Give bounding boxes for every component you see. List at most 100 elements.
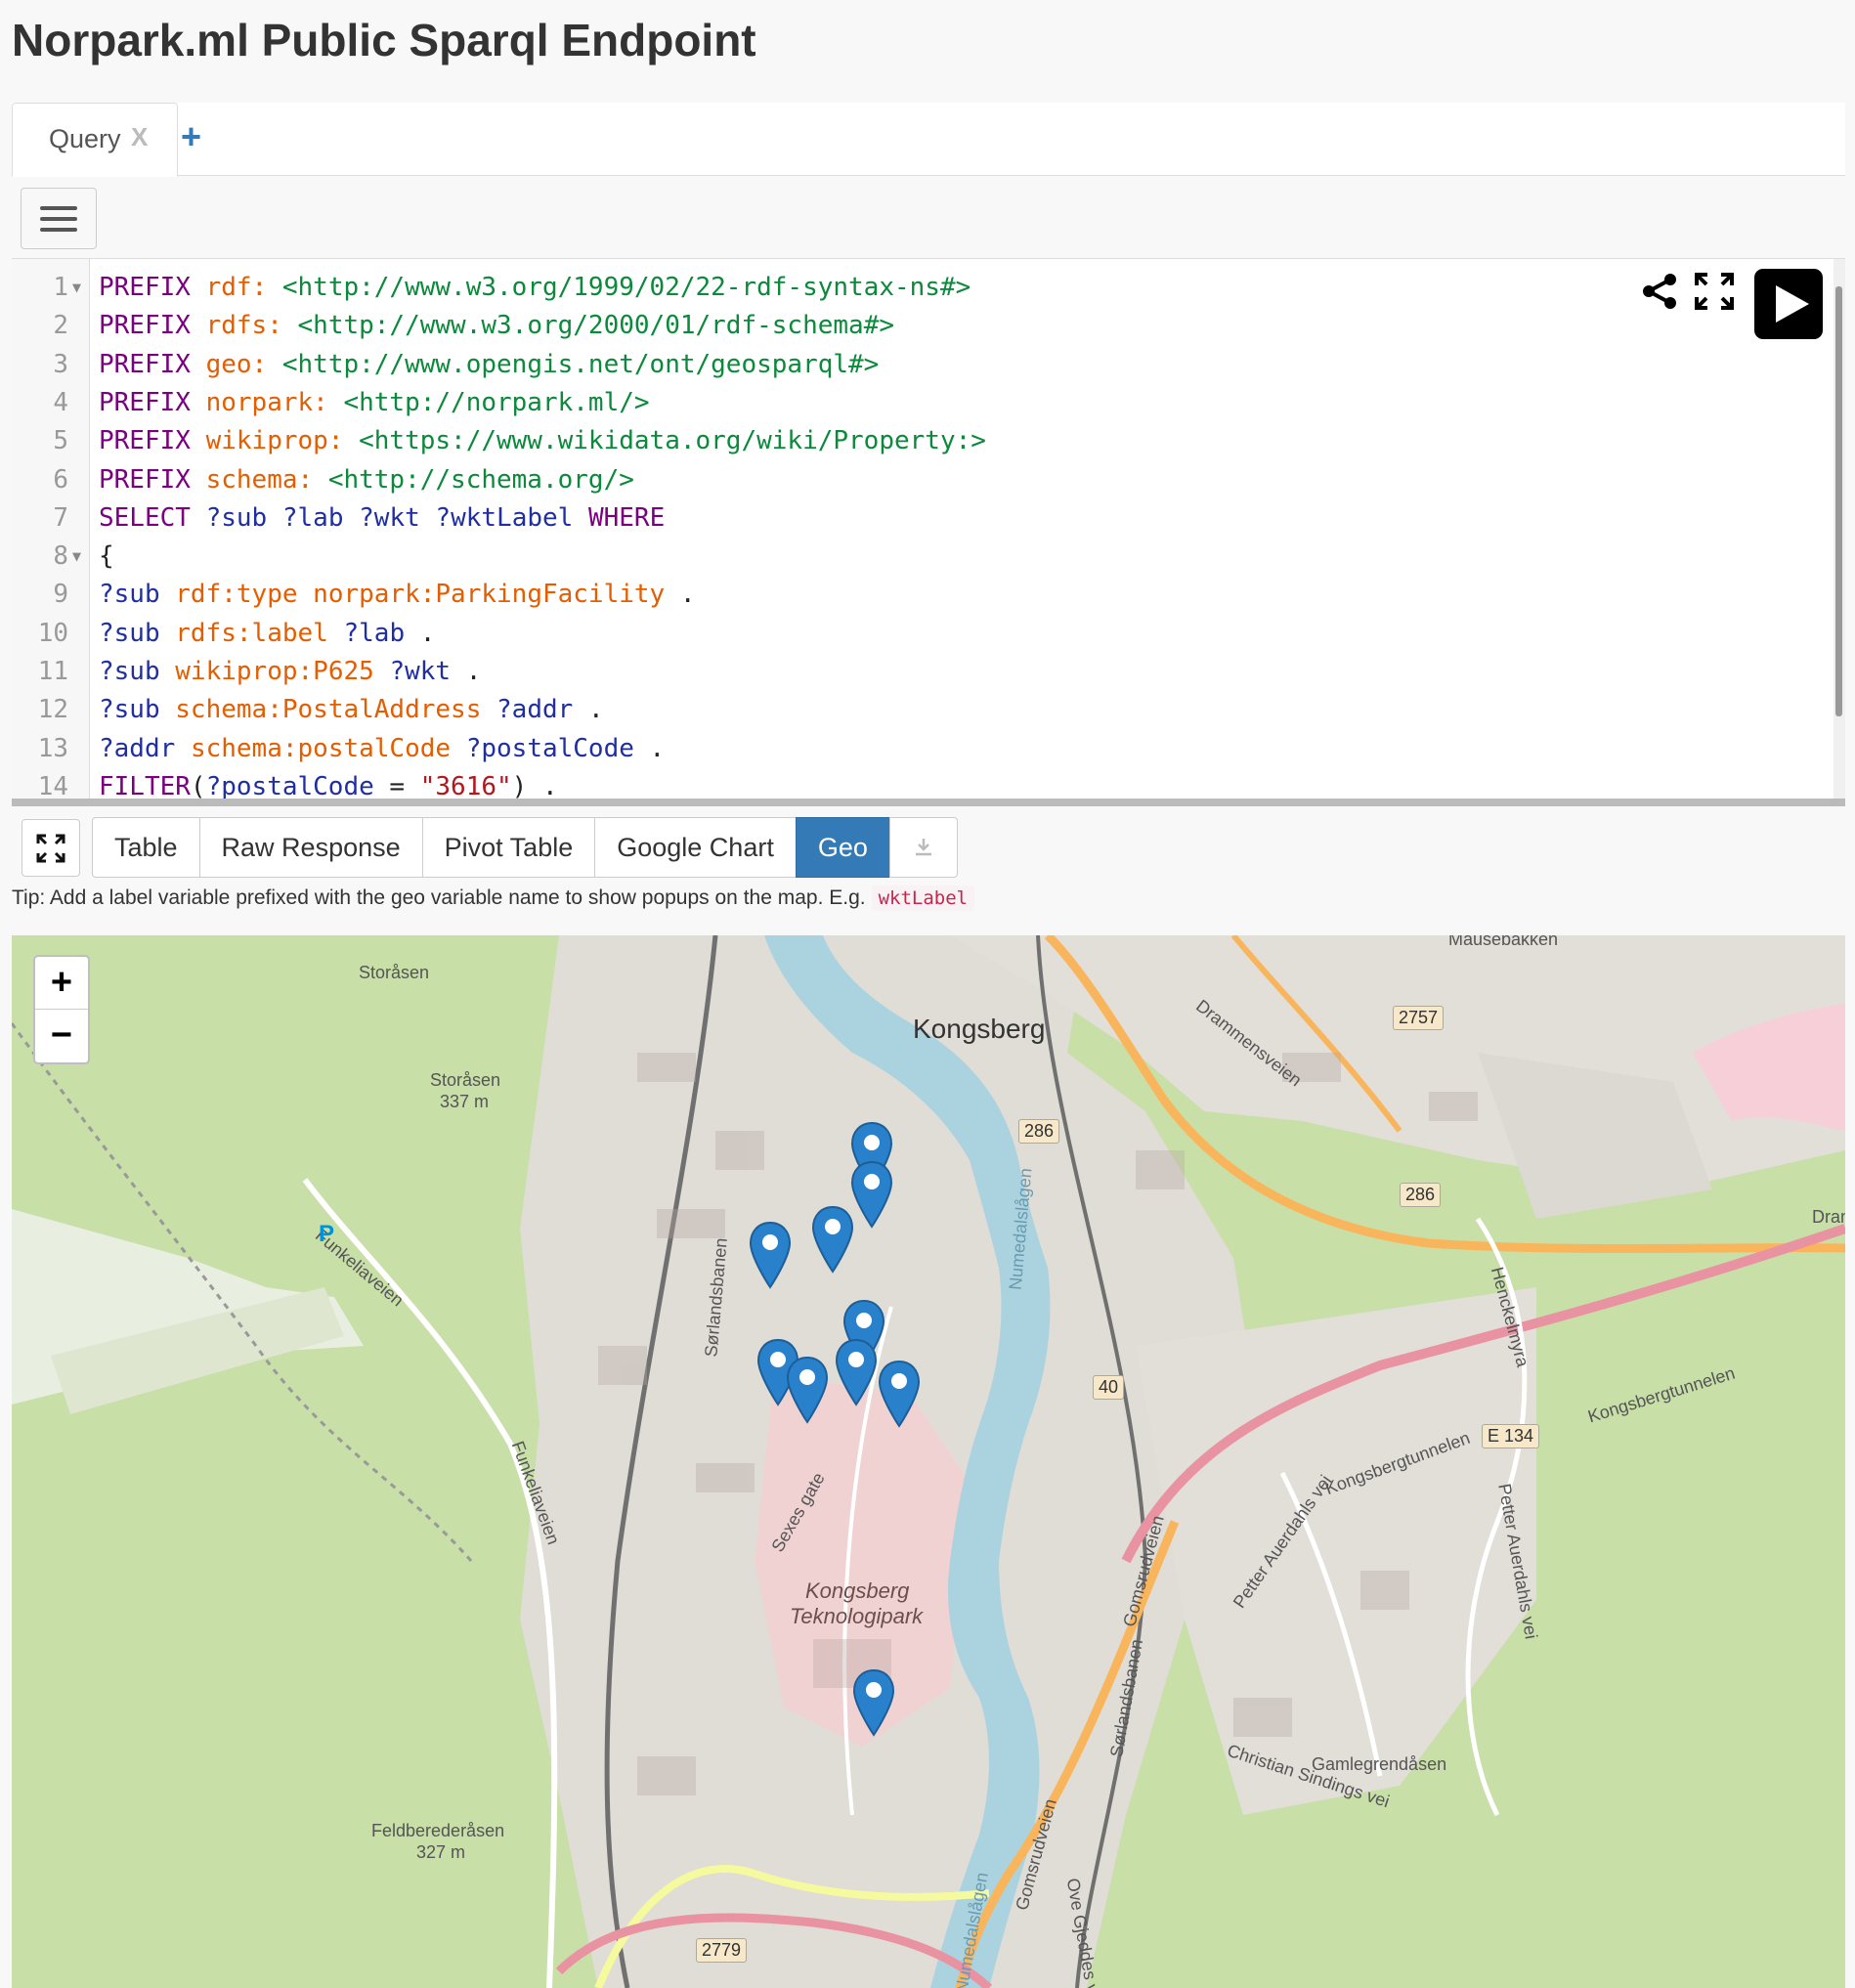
map-marker-icon[interactable]	[811, 1205, 854, 1274]
line-number: 7	[53, 502, 68, 533]
code-text: PREFIX norpark: <http://norpark.ml/>	[99, 387, 650, 417]
road-shield: 40	[1093, 1375, 1125, 1400]
geo-map[interactable]: + − Storåsen Storåsen 337 m Kongsberg Ma…	[12, 935, 1845, 1988]
run-query-button[interactable]	[1754, 269, 1823, 339]
code-text: PREFIX wikiprop: <https://www.wikidata.o…	[99, 426, 986, 456]
map-marker-icon[interactable]	[850, 1160, 893, 1229]
code-text: ?sub rdf:type norpark:ParkingFacility .	[99, 580, 696, 610]
code-line[interactable]: 11 ?sub wikiprop:P625 ?wkt .	[12, 653, 1830, 691]
raw-response-button[interactable]: Raw Response	[198, 817, 423, 878]
editor-scrollbar[interactable]	[1833, 259, 1845, 799]
map-marker-icon[interactable]	[835, 1338, 878, 1406]
download-icon	[915, 839, 931, 856]
map-label: Storåsen	[359, 963, 430, 982]
code-text: ?sub schema:PostalAddress ?addr .	[99, 695, 604, 725]
map-label: Mausebakken	[1448, 935, 1559, 949]
code-text: ?sub rdfs:label ?lab .	[99, 618, 436, 648]
code-text: PREFIX schema: <http://schema.org/>	[99, 464, 634, 495]
code-line[interactable]: 12 ?sub schema:PostalAddress ?addr .	[12, 691, 1830, 729]
result-view-switcher: Table Raw Response Pivot Table Google Ch…	[92, 817, 958, 878]
table-view-button[interactable]: Table	[92, 817, 200, 878]
road-shield: 286	[1018, 1119, 1060, 1144]
results-fullscreen-button[interactable]	[22, 819, 80, 877]
zoom-out-button[interactable]: −	[35, 1010, 88, 1062]
code-line[interactable]: 6 PREFIX schema: <http://schema.org/>	[12, 461, 1830, 499]
code-text: ?addr schema:postalCode ?postalCode .	[99, 733, 666, 763]
tab-query-label: Query	[49, 124, 121, 153]
code-text: PREFIX rdfs: <http://www.w3.org/2000/01/…	[99, 311, 894, 341]
code-line[interactable]: 10 ?sub rdfs:label ?lab .	[12, 615, 1830, 653]
road-shield: E 134	[1482, 1424, 1540, 1448]
line-number: 4	[53, 387, 68, 417]
line-number: 5	[53, 426, 68, 456]
line-number: 2	[53, 311, 68, 341]
geo-view-button[interactable]: Geo	[795, 817, 890, 878]
code-text: PREFIX rdf: <http://www.w3.org/1999/02/2…	[99, 273, 971, 302]
share-icon[interactable]	[1640, 272, 1679, 311]
code-text: SELECT ?sub ?lab ?wkt ?wktLabel WHERE	[99, 502, 666, 533]
map-label: Teknologipark	[790, 1604, 924, 1628]
fold-arrow-icon[interactable]: ▼	[72, 538, 81, 576]
google-chart-button[interactable]: Google Chart	[594, 817, 797, 878]
map-label: 327 m	[416, 1842, 466, 1862]
code-line[interactable]: 5 PREFIX wikiprop: <https://www.wikidata.…	[12, 422, 1830, 460]
line-number: 1	[53, 273, 68, 302]
tip-code: wktLabel	[871, 886, 975, 911]
code-line[interactable]: 3 PREFIX geo: <http://www.opengis.net/ont…	[12, 346, 1830, 384]
zoom-in-button[interactable]: +	[35, 957, 88, 1010]
map-marker-icon[interactable]	[878, 1360, 921, 1428]
expand-icon	[36, 834, 65, 863]
page-title: Norpark.ml Public Sparql Endpoint	[12, 15, 756, 65]
pivot-table-button[interactable]: Pivot Table	[421, 817, 596, 878]
query-tab-bar: Query X +	[12, 103, 1845, 177]
code-text: FILTER(?postalCode = "3616") .	[99, 771, 558, 799]
line-number: 8	[53, 541, 68, 572]
geo-tip: Tip: Add a label variable prefixed with …	[12, 886, 975, 911]
map-label-kongsberg: Kongsberg	[913, 1014, 1046, 1044]
code-text: ?sub wikiprop:P625 ?wkt .	[99, 657, 482, 686]
line-number: 13	[37, 733, 68, 763]
line-number: 9	[53, 580, 68, 610]
map-tiles[interactable]	[12, 935, 1845, 1988]
line-number: 6	[53, 464, 68, 495]
zoom-control: + −	[33, 955, 90, 1064]
code-line[interactable]: 9 ?sub rdf:type norpark:ParkingFacility .	[12, 576, 1830, 614]
map-label: Feldberederåsen	[371, 1821, 505, 1840]
map-marker-icon[interactable]	[786, 1356, 829, 1424]
add-tab-button[interactable]: +	[181, 116, 201, 157]
query-editor[interactable]: 1 ▼ PREFIX rdf: <http://www.w3.org/1999/02…	[12, 258, 1845, 799]
code-line[interactable]: 2 PREFIX rdfs: <http://www.w3.org/2000/01…	[12, 307, 1830, 345]
road-shield: 2757	[1393, 1006, 1445, 1030]
code-line[interactable]: 8 ▼ {	[12, 538, 1830, 576]
tip-text: Tip: Add a label variable prefixed with …	[12, 886, 866, 909]
road-shield: 286	[1400, 1183, 1442, 1207]
line-number: 12	[37, 695, 68, 725]
map-label: Dram	[1812, 1207, 1845, 1227]
tab-close-icon[interactable]: X	[131, 122, 148, 152]
code-line[interactable]: 14 FILTER(?postalCode = "3616") .	[12, 768, 1830, 799]
line-number: 14	[37, 771, 68, 799]
code-text: PREFIX geo: <http://www.opengis.net/ont/…	[99, 349, 880, 379]
parking-icon: P	[319, 1221, 335, 1247]
fold-arrow-icon[interactable]: ▼	[72, 269, 81, 307]
editor-resize-handle[interactable]	[12, 799, 1845, 806]
road-shield: 2779	[696, 1938, 748, 1963]
code-line[interactable]: 7 SELECT ?sub ?lab ?wkt ?wktLabel WHERE	[12, 499, 1830, 538]
fullscreen-icon[interactable]	[1694, 272, 1735, 311]
code-line[interactable]: 1 ▼ PREFIX rdf: <http://www.w3.org/1999/02…	[12, 269, 1830, 307]
line-number: 3	[53, 349, 68, 379]
map-label: 337 m	[440, 1092, 490, 1111]
map-label: Kongsberg	[805, 1578, 910, 1603]
code-text: {	[99, 541, 114, 572]
map-marker-icon[interactable]	[749, 1221, 792, 1289]
download-button[interactable]	[888, 817, 958, 878]
line-number: 10	[37, 618, 68, 648]
map-label: Storåsen	[430, 1070, 501, 1090]
map-marker-icon[interactable]	[852, 1668, 895, 1737]
hamburger-menu-button[interactable]	[21, 188, 97, 249]
line-number: 11	[37, 657, 68, 686]
tab-query[interactable]: Query X	[12, 103, 178, 177]
code-line[interactable]: 13 ?addr schema:postalCode ?postalCode .	[12, 730, 1830, 768]
map-label: Gamlegrendåsen	[1312, 1754, 1447, 1774]
code-line[interactable]: 4 PREFIX norpark: <http://norpark.ml/>	[12, 384, 1830, 422]
